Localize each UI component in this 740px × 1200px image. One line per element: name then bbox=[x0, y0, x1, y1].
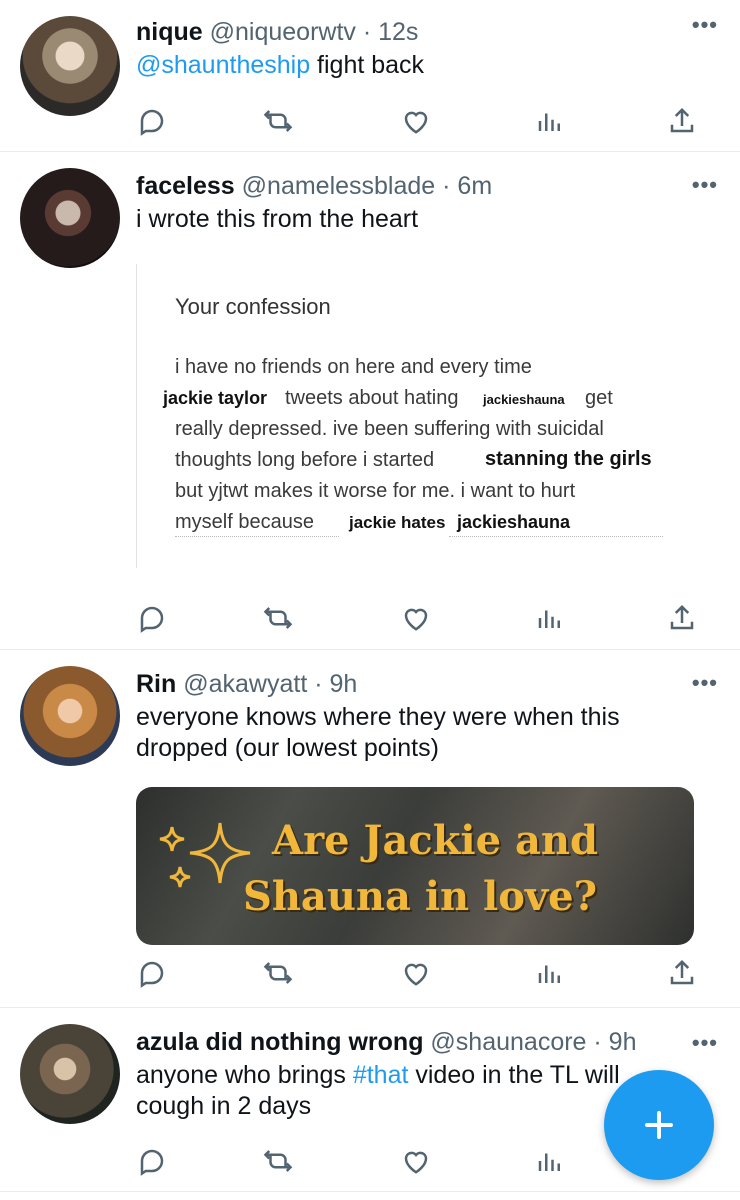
display-name[interactable]: nique bbox=[136, 18, 203, 46]
retweet-icon[interactable] bbox=[258, 101, 298, 141]
display-name[interactable]: faceless bbox=[136, 172, 235, 200]
redaction-label: jackieshauna bbox=[457, 512, 571, 533]
analytics-icon[interactable] bbox=[530, 101, 570, 141]
tweet-text: @shauntheship fight back bbox=[136, 51, 425, 79]
handle-and-time: @akawyatt · 9h bbox=[183, 670, 358, 698]
like-icon[interactable] bbox=[396, 598, 436, 638]
confession-image[interactable]: Your confession i have no friends on her… bbox=[136, 264, 681, 568]
confession-title: Your confession bbox=[175, 294, 331, 319]
media-text: Are Jackie and bbox=[272, 817, 598, 864]
analytics-icon[interactable] bbox=[530, 953, 570, 993]
media-text: Shauna in love? bbox=[242, 873, 598, 920]
retweet-icon[interactable] bbox=[258, 598, 298, 638]
redaction-label: jackie hates bbox=[349, 513, 446, 533]
confession-line: tweets about hating bbox=[285, 387, 459, 409]
analytics-icon[interactable] bbox=[530, 1141, 570, 1181]
like-icon[interactable] bbox=[396, 1141, 436, 1181]
avatar[interactable] bbox=[20, 1024, 120, 1124]
like-icon[interactable] bbox=[396, 101, 436, 141]
share-icon[interactable] bbox=[662, 101, 702, 141]
more-options-icon[interactable]: ••• bbox=[692, 172, 718, 198]
display-name[interactable]: azula did nothing wrong bbox=[136, 1028, 423, 1056]
tweet-header: Rin @akawyatt · 9h bbox=[136, 668, 720, 700]
tweet-header: faceless @namelessblade · 6m bbox=[136, 170, 720, 202]
confession-line: myself because bbox=[175, 511, 314, 533]
reply-icon[interactable] bbox=[132, 953, 172, 993]
handle-and-time: @namelessblade · 6m bbox=[241, 172, 493, 200]
tweet-header: azula did nothing wrong @shaunacore · 9h bbox=[136, 1026, 720, 1058]
avatar[interactable] bbox=[20, 168, 120, 268]
redaction-label: jackie taylor bbox=[163, 388, 268, 409]
avatar[interactable] bbox=[20, 16, 120, 116]
tweet-header: nique @niqueorwtv · 12s bbox=[136, 16, 720, 48]
redaction-label: jackieshauna bbox=[483, 392, 565, 407]
avatar[interactable] bbox=[20, 666, 120, 766]
tweet-text: everyone knows where they were when this… bbox=[136, 703, 620, 762]
tweet-actions bbox=[136, 953, 698, 993]
reply-icon[interactable] bbox=[132, 101, 172, 141]
like-icon[interactable] bbox=[396, 953, 436, 993]
plus-icon bbox=[645, 1111, 673, 1139]
reply-icon[interactable] bbox=[132, 1141, 172, 1181]
confession-line: but yjtwt makes it worse for me. i want … bbox=[175, 480, 576, 502]
tweet-actions bbox=[136, 598, 698, 638]
analytics-icon[interactable] bbox=[530, 598, 570, 638]
confession-line: get bbox=[585, 387, 613, 409]
display-name[interactable]: Rin bbox=[136, 670, 176, 698]
more-options-icon[interactable]: ••• bbox=[692, 670, 718, 696]
handle-and-time: @niqueorwtv · 12s bbox=[209, 18, 419, 46]
compose-tweet-button[interactable] bbox=[604, 1070, 714, 1180]
redaction-label: stanning the girls bbox=[485, 448, 652, 471]
tweet-text: i wrote this from the heart bbox=[136, 205, 419, 233]
retweet-icon[interactable] bbox=[258, 953, 298, 993]
hashtag-link[interactable]: #that bbox=[353, 1061, 409, 1089]
divider bbox=[449, 536, 663, 537]
more-options-icon[interactable]: ••• bbox=[692, 1030, 718, 1056]
confession-line: i have no friends on here and every time bbox=[175, 356, 532, 378]
reply-icon[interactable] bbox=[132, 598, 172, 638]
share-icon[interactable] bbox=[662, 598, 702, 638]
handle-and-time: @shaunacore · 9h bbox=[430, 1028, 637, 1056]
video-thumbnail[interactable]: Are Jackie and Shauna in love? bbox=[136, 787, 694, 945]
tweet-actions bbox=[136, 101, 698, 141]
divider bbox=[175, 536, 339, 537]
share-icon[interactable] bbox=[662, 953, 702, 993]
retweet-icon[interactable] bbox=[258, 1141, 298, 1181]
confession-line: really depressed. ive been suffering wit… bbox=[175, 418, 604, 440]
mention-link[interactable]: @shauntheship bbox=[136, 51, 310, 79]
more-options-icon[interactable]: ••• bbox=[692, 12, 718, 38]
confession-line: thoughts long before i started bbox=[175, 449, 435, 471]
tweet[interactable]: nique @niqueorwtv · 12s @shauntheship fi… bbox=[0, 0, 740, 152]
